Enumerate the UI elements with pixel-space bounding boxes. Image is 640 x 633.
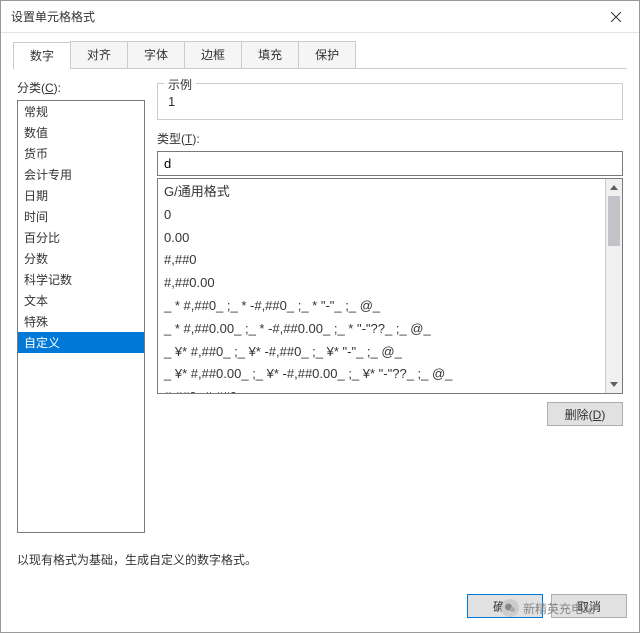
- content-layout: 分类(C): 常规数值货币会计专用日期时间百分比分数科学记数文本特殊自定义 示例…: [17, 79, 623, 533]
- delete-row: 删除(D): [157, 402, 623, 426]
- ok-button[interactable]: 确定: [467, 594, 543, 618]
- delete-button[interactable]: 删除(D): [547, 402, 623, 426]
- example-group: 示例 1: [157, 83, 623, 120]
- scroll-track[interactable]: [606, 196, 622, 376]
- category-item[interactable]: 时间: [18, 206, 144, 227]
- category-item[interactable]: 日期: [18, 185, 144, 206]
- category-item[interactable]: 百分比: [18, 227, 144, 248]
- type-item[interactable]: _ * #,##0_ ;_ * -#,##0_ ;_ * "-"_ ;_ @_: [158, 295, 605, 318]
- tab-5[interactable]: 保护: [298, 41, 356, 68]
- scroll-up-button[interactable]: [606, 179, 622, 196]
- dialog-footer: 确定 取消: [1, 584, 639, 632]
- category-column: 分类(C): 常规数值货币会计专用日期时间百分比分数科学记数文本特殊自定义: [17, 79, 145, 533]
- chevron-down-icon: [610, 382, 618, 387]
- category-item[interactable]: 数值: [18, 122, 144, 143]
- category-item[interactable]: 货币: [18, 143, 144, 164]
- cancel-button[interactable]: 取消: [551, 594, 627, 618]
- category-item[interactable]: 分数: [18, 248, 144, 269]
- scroll-down-button[interactable]: [606, 376, 622, 393]
- dialog-body: 数字对齐字体边框填充保护 分类(C): 常规数值货币会计专用日期时间百分比分数科…: [1, 33, 639, 584]
- category-item[interactable]: 特殊: [18, 311, 144, 332]
- tab-2[interactable]: 字体: [127, 41, 185, 68]
- window-title: 设置单元格格式: [11, 8, 95, 25]
- close-icon: [611, 12, 621, 22]
- type-listbox[interactable]: G/通用格式00.00#,##0#,##0.00_ * #,##0_ ;_ * …: [158, 179, 605, 393]
- chevron-up-icon: [610, 185, 618, 190]
- tab-1[interactable]: 对齐: [70, 41, 128, 68]
- detail-column: 示例 1 类型(T): G/通用格式00.00#,##0#,##0.00_ * …: [157, 79, 623, 533]
- type-item[interactable]: #,##0: [158, 249, 605, 272]
- tab-content-number: 分类(C): 常规数值货币会计专用日期时间百分比分数科学记数文本特殊自定义 示例…: [13, 69, 627, 572]
- scrollbar[interactable]: [605, 179, 622, 393]
- tab-4[interactable]: 填充: [241, 41, 299, 68]
- format-cells-dialog: 设置单元格格式 数字对齐字体边框填充保护 分类(C): 常规数值货币会计专用日期…: [0, 0, 640, 633]
- type-item[interactable]: 0: [158, 204, 605, 227]
- type-item[interactable]: 0.00: [158, 227, 605, 250]
- type-item[interactable]: G/通用格式: [158, 181, 605, 204]
- type-item[interactable]: #,##0;-#,##0: [158, 386, 605, 393]
- type-item[interactable]: _ ¥* #,##0_ ;_ ¥* -#,##0_ ;_ ¥* "-"_ ;_ …: [158, 341, 605, 364]
- category-item[interactable]: 文本: [18, 290, 144, 311]
- category-listbox[interactable]: 常规数值货币会计专用日期时间百分比分数科学记数文本特殊自定义: [17, 100, 145, 533]
- category-label: 分类(C):: [17, 79, 145, 96]
- tab-0[interactable]: 数字: [13, 42, 71, 70]
- category-item[interactable]: 会计专用: [18, 164, 144, 185]
- category-item[interactable]: 自定义: [18, 332, 144, 353]
- type-item[interactable]: #,##0.00: [158, 272, 605, 295]
- type-input[interactable]: [157, 151, 623, 176]
- close-button[interactable]: [593, 1, 639, 33]
- type-item[interactable]: _ * #,##0.00_ ;_ * -#,##0.00_ ;_ * "-"??…: [158, 318, 605, 341]
- type-label: 类型(T):: [157, 130, 623, 147]
- category-item[interactable]: 科学记数: [18, 269, 144, 290]
- example-legend: 示例: [164, 76, 196, 93]
- tab-3[interactable]: 边框: [184, 41, 242, 68]
- example-value: 1: [166, 90, 614, 109]
- scroll-thumb[interactable]: [608, 196, 620, 246]
- titlebar: 设置单元格格式: [1, 1, 639, 33]
- tab-strip: 数字对齐字体边框填充保护: [13, 41, 627, 69]
- hint-text: 以现有格式为基础，生成自定义的数字格式。: [17, 551, 623, 568]
- category-item[interactable]: 常规: [18, 101, 144, 122]
- type-list-container: G/通用格式00.00#,##0#,##0.00_ * #,##0_ ;_ * …: [157, 178, 623, 394]
- type-item[interactable]: _ ¥* #,##0.00_ ;_ ¥* -#,##0.00_ ;_ ¥* "-…: [158, 363, 605, 386]
